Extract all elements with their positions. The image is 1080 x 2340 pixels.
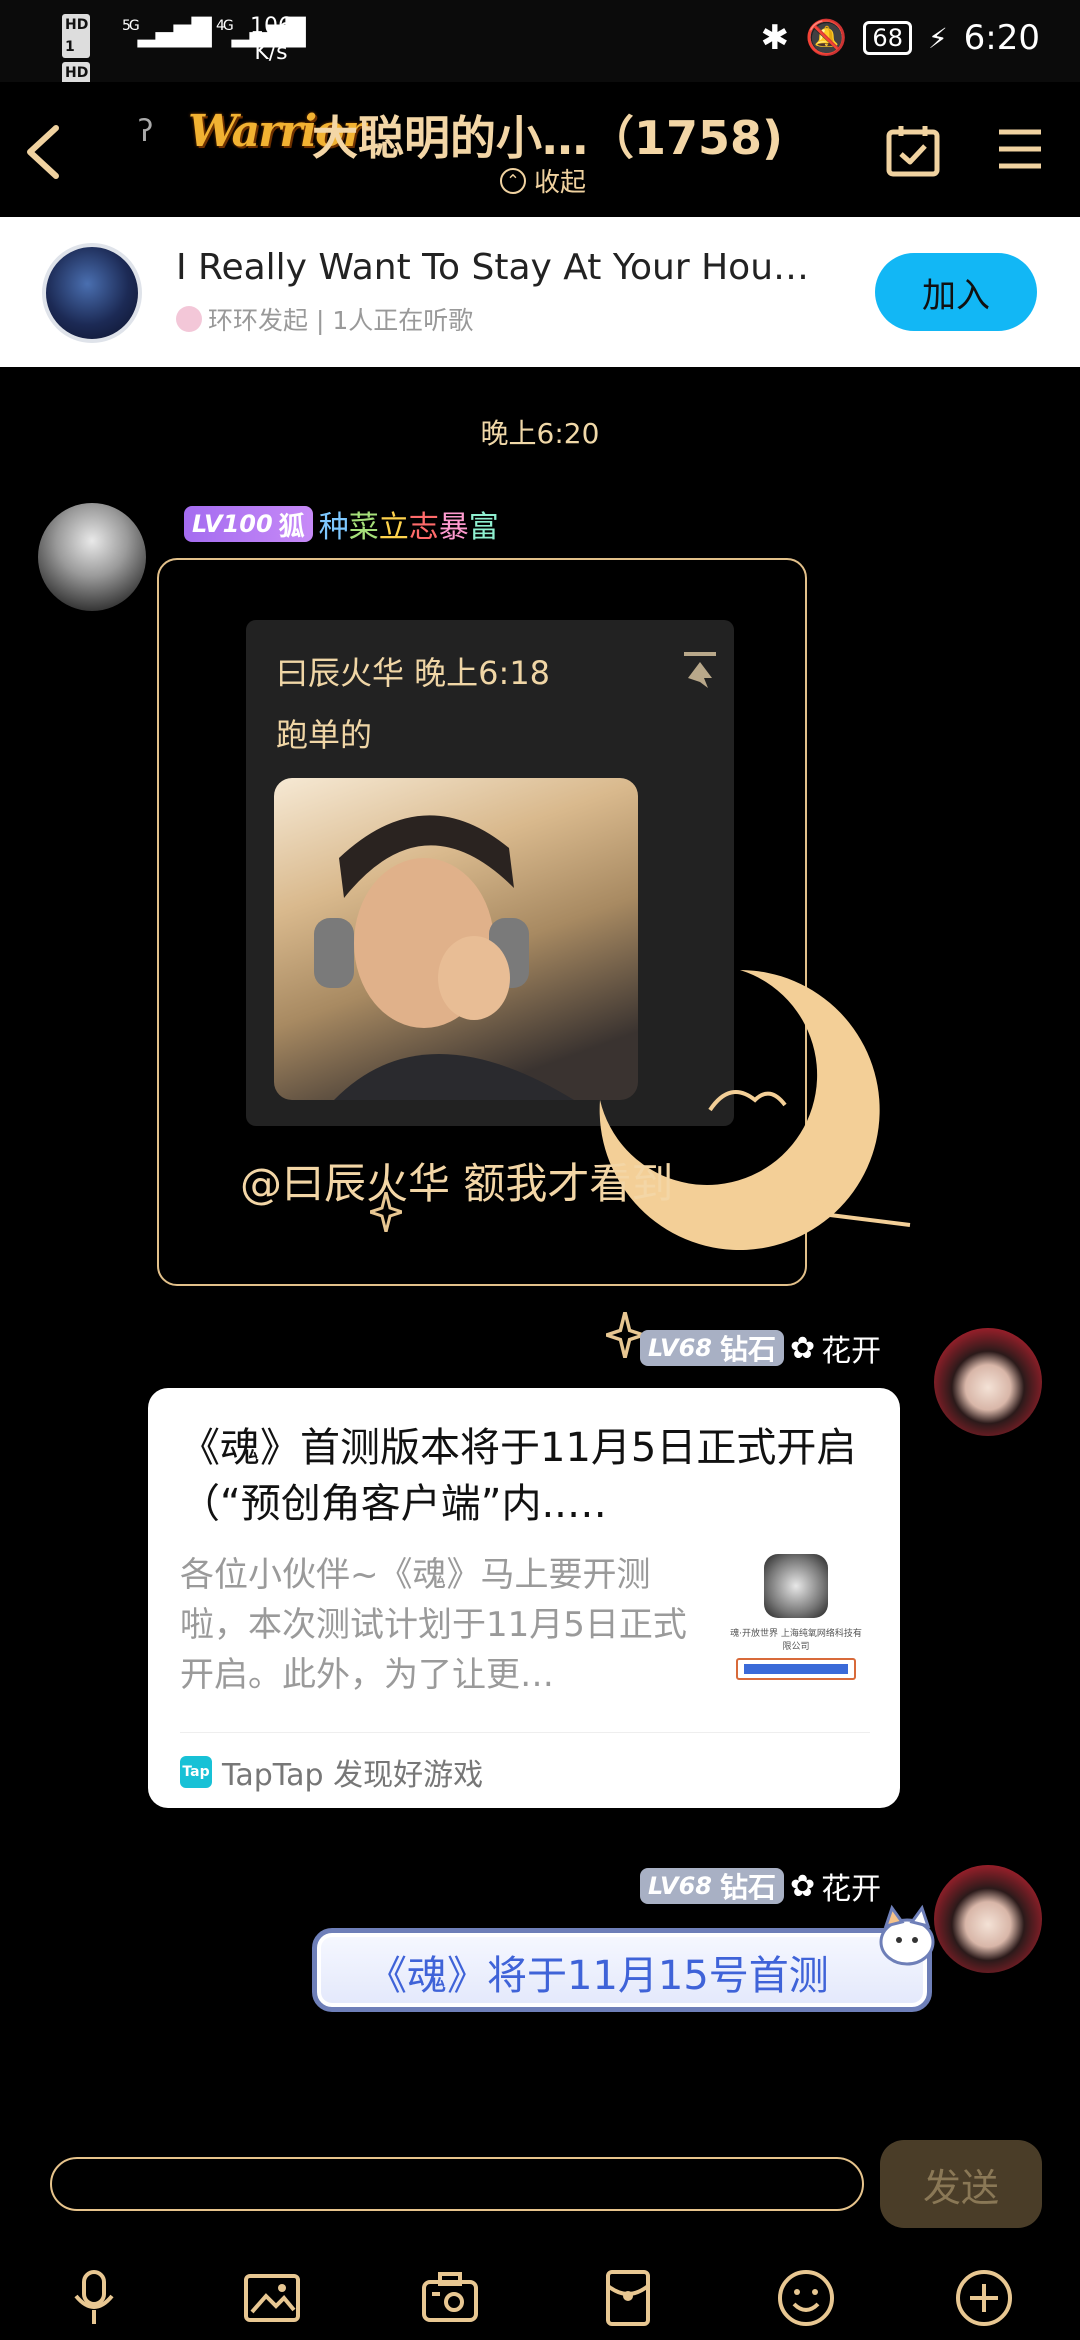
taptap-icon: Tap — [180, 1756, 212, 1788]
plus-icon[interactable] — [954, 2268, 1014, 2328]
emoji-icon[interactable] — [776, 2268, 836, 2328]
level-badge: LV68 钻石 — [640, 1330, 784, 1366]
level-badge: LV100 狐 — [184, 506, 313, 542]
input-toolbar — [0, 2248, 1080, 2340]
quote-author-time: 曰辰火华 晚上6:18 — [276, 654, 551, 692]
sparkle-icon — [606, 1312, 644, 1358]
menu-icon[interactable] — [995, 124, 1045, 174]
charging-icon: ⚡ — [927, 21, 948, 55]
song-title: I Really Want To Stay At Your Hou… — [176, 247, 810, 288]
sender-info: LV68 钻石 ✿ 花开 — [640, 1864, 881, 1908]
message-bubble[interactable]: 《魂》将于11月15号首测 — [312, 1928, 932, 2012]
group-title[interactable]: 大聪明的小…（1758) — [312, 102, 783, 168]
thumbnail-caption: 魂·开放世界 上海纯氧网络科技有限公司 — [730, 1629, 862, 1652]
battery-icon: 68 — [863, 21, 912, 55]
collapse-label: 收起 — [534, 168, 587, 198]
red-packet-icon[interactable] — [598, 2268, 658, 2328]
share-card[interactable]: 《魂》首测版本将于11月5日正式开启（“预创角客户端”内..… 各位小伙伴~《魂… — [148, 1388, 900, 1808]
microphone-icon[interactable] — [64, 2268, 124, 2328]
status-bar: HD 1 HD 2 5G▂▄▆█ 4G▂▄▆█ 106 K/s ✱ 🔕 68 ⚡… — [0, 0, 1080, 106]
sender-info: LV68 钻石 ✿ 花开 — [640, 1326, 881, 1370]
thumbnail-button — [736, 1658, 856, 1680]
image-icon[interactable] — [242, 2268, 302, 2328]
rank-tag: 钻石 — [719, 1871, 776, 1904]
card-thumbnail: 魂·开放世界 上海纯氧网络科技有限公司 — [726, 1554, 866, 1684]
song-subtitle-text: 环环发起 | 1人正在听歌 — [208, 306, 474, 335]
rank-tag: 钻石 — [719, 1333, 776, 1366]
title-badge: 狐 — [278, 511, 305, 542]
game-app-icon — [764, 1554, 828, 1618]
avatar[interactable] — [934, 1865, 1042, 1973]
chevron-up-icon: ⌃ — [500, 167, 526, 194]
avatar[interactable] — [38, 503, 146, 611]
cat-decoration-icon — [879, 1904, 935, 1966]
quote-text: 跑单的 — [276, 716, 373, 754]
status-right: ✱ 🔕 68 ⚡ 6:20 — [761, 18, 1040, 58]
flower-icon: ✿ — [789, 1330, 816, 1366]
message-text: 《魂》将于11月15号首测 — [367, 1953, 829, 1999]
back-arrow-icon[interactable] — [18, 122, 68, 182]
mute-bell-icon: 🔕 — [805, 18, 848, 58]
sparkle-icon — [370, 1192, 402, 1232]
sender-info: LV100 狐 种菜立志暴富 — [184, 502, 499, 546]
moon-decoration — [599, 970, 911, 1250]
network-speed: 106 K/s — [250, 14, 292, 65]
ear-icon[interactable]: ʔ — [138, 114, 153, 149]
card-source-text: TapTap 发现好游戏 — [222, 1758, 484, 1793]
song-cover — [42, 243, 142, 343]
divider — [180, 1732, 870, 1733]
chat-header: ʔ Warrior 大聪明的小…（1758) ⌃ 收起 — [0, 82, 1080, 217]
sender-nickname[interactable]: 种菜立志暴富 — [319, 502, 499, 546]
message-input[interactable] — [50, 2157, 864, 2211]
clock: 6:20 — [963, 18, 1040, 58]
song-subtitle: 环环发起 | 1人正在听歌 — [176, 301, 473, 337]
camera-icon[interactable] — [420, 2268, 480, 2328]
card-source: Tap TapTap 发现好游戏 — [180, 1750, 483, 1794]
avatar[interactable] — [934, 1328, 1042, 1436]
join-button[interactable]: 加入 — [875, 253, 1037, 331]
quote-jump-icon[interactable] — [678, 648, 722, 692]
message-text: @曰辰火华 额我才看到 — [240, 1159, 674, 1208]
listen-together-banner[interactable]: I Really Want To Stay At Your Hou… 环环发起 … — [0, 217, 1080, 367]
sim1-label: HD 1 — [62, 14, 90, 58]
time-separator: 晚上6:20 — [480, 417, 600, 450]
calendar-check-icon[interactable] — [885, 122, 941, 178]
send-button[interactable]: 发送 — [880, 2140, 1042, 2228]
level-badge: LV68 钻石 — [640, 1868, 784, 1904]
host-avatar — [176, 306, 202, 332]
card-title: 《魂》首测版本将于11月5日正式开启（“预创角客户端”内..… — [180, 1425, 857, 1527]
bluetooth-icon: ✱ — [760, 18, 790, 58]
sender-nickname[interactable]: 花开 — [821, 1326, 881, 1370]
card-description: 各位小伙伴~《魂》马上要开测啦，本次测试计划于11月5日正式开启。此外，为了让更… — [180, 1555, 687, 1695]
flower-icon: ✿ — [789, 1868, 816, 1904]
collapse-button[interactable]: ⌃ 收起 — [500, 162, 586, 199]
